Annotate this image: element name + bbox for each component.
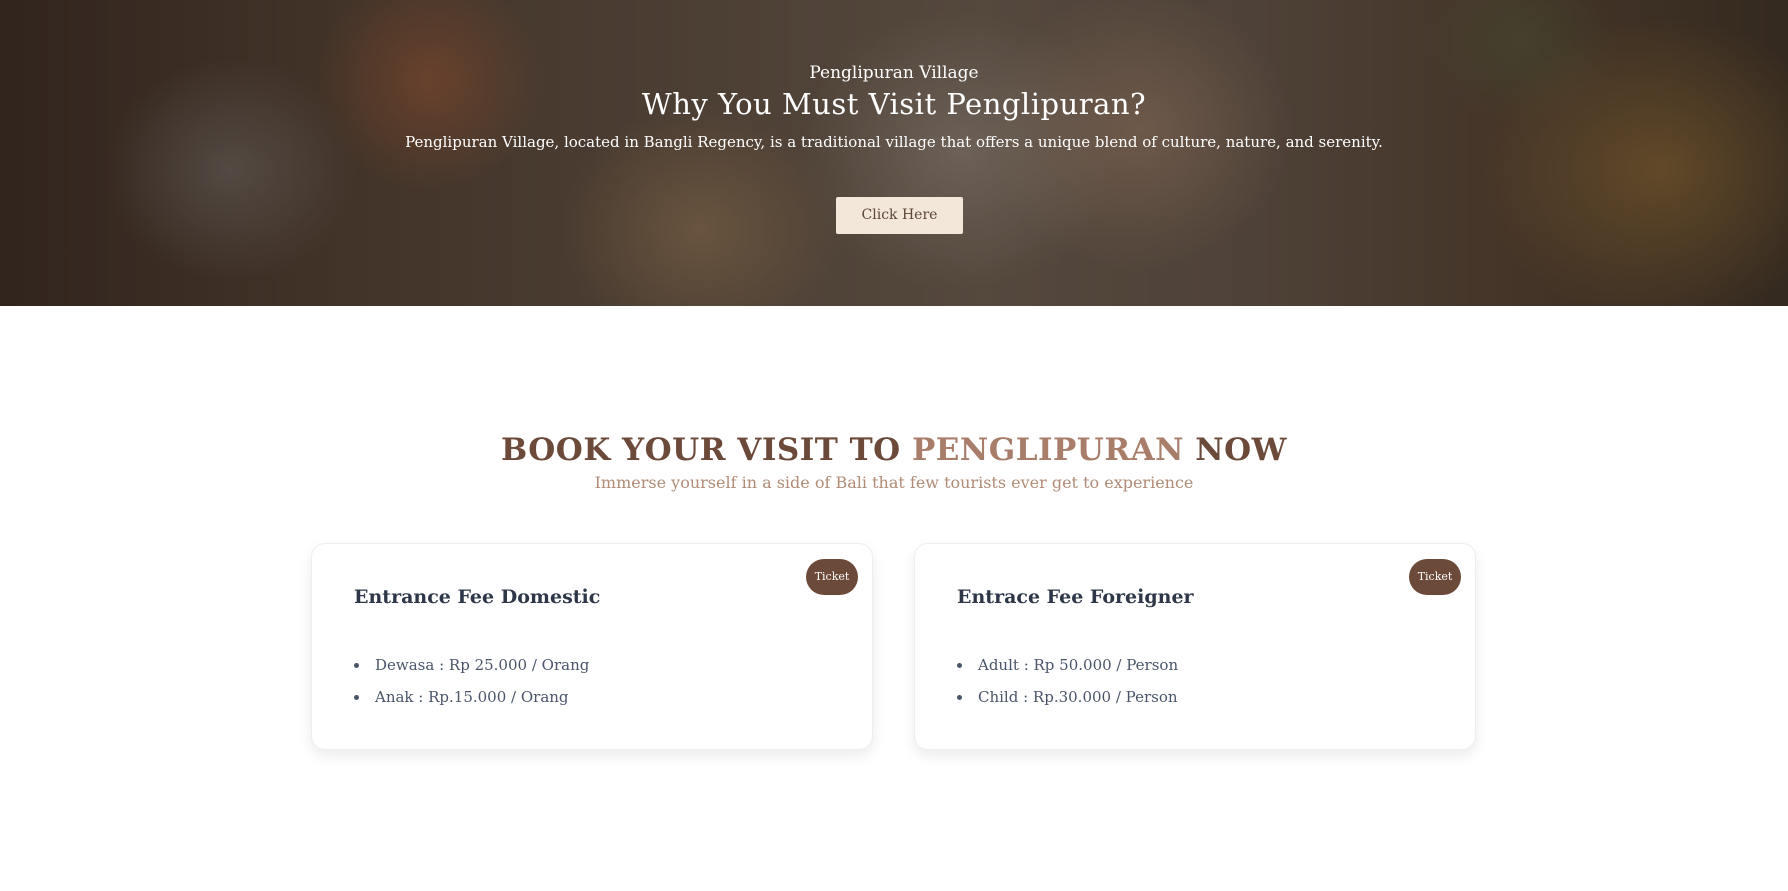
booking-heading: BOOK YOUR VISIT TO PENGLIPURAN NOW [0,428,1788,472]
ticket-badge: Ticket [806,559,858,595]
price-item-text: Anak : Rp.15.000 / Orang [375,688,569,706]
ticket-card-foreigner: Ticket Entrace Fee Foreigner Adult : Rp … [914,543,1476,750]
ticket-badge: Ticket [1409,559,1461,595]
bullet-icon [957,663,962,668]
click-here-button[interactable]: Click Here [836,197,963,234]
booking-heading-accent: PENGLIPURAN [911,432,1184,468]
price-item-text: Dewasa : Rp 25.000 / Orang [375,656,590,674]
price-item: Child : Rp.30.000 / Person [957,681,1178,713]
hero-description: Penglipuran Village, located in Bangli R… [405,133,1383,151]
hero-content: Penglipuran Village Why You Must Visit P… [0,0,1788,306]
price-list: Adult : Rp 50.000 / Person Child : Rp.30… [957,649,1178,713]
booking-heading-part1: BOOK YOUR VISIT TO [501,432,901,468]
price-item: Adult : Rp 50.000 / Person [957,649,1178,681]
price-list: Dewasa : Rp 25.000 / Orang Anak : Rp.15.… [354,649,589,713]
hero-title: Why You Must Visit Penglipuran? [641,87,1147,121]
card-title: Entrance Fee Domestic [354,586,601,608]
card-title: Entrace Fee Foreigner [957,586,1194,608]
booking-subtitle: Immerse yourself in a side of Bali that … [594,473,1194,492]
ticket-card-domestic: Ticket Entrance Fee Domestic Dewasa : Rp… [311,543,873,750]
bullet-icon [354,663,359,668]
price-item-text: Child : Rp.30.000 / Person [978,688,1178,706]
price-item: Dewasa : Rp 25.000 / Orang [354,649,589,681]
price-item-text: Adult : Rp 50.000 / Person [978,656,1179,674]
price-item: Anak : Rp.15.000 / Orang [354,681,589,713]
bullet-icon [354,695,359,700]
hero-section: Penglipuran Village Why You Must Visit P… [0,0,1788,306]
bullet-icon [957,695,962,700]
hero-eyebrow: Penglipuran Village [809,63,979,83]
booking-heading-part2: NOW [1195,432,1287,468]
